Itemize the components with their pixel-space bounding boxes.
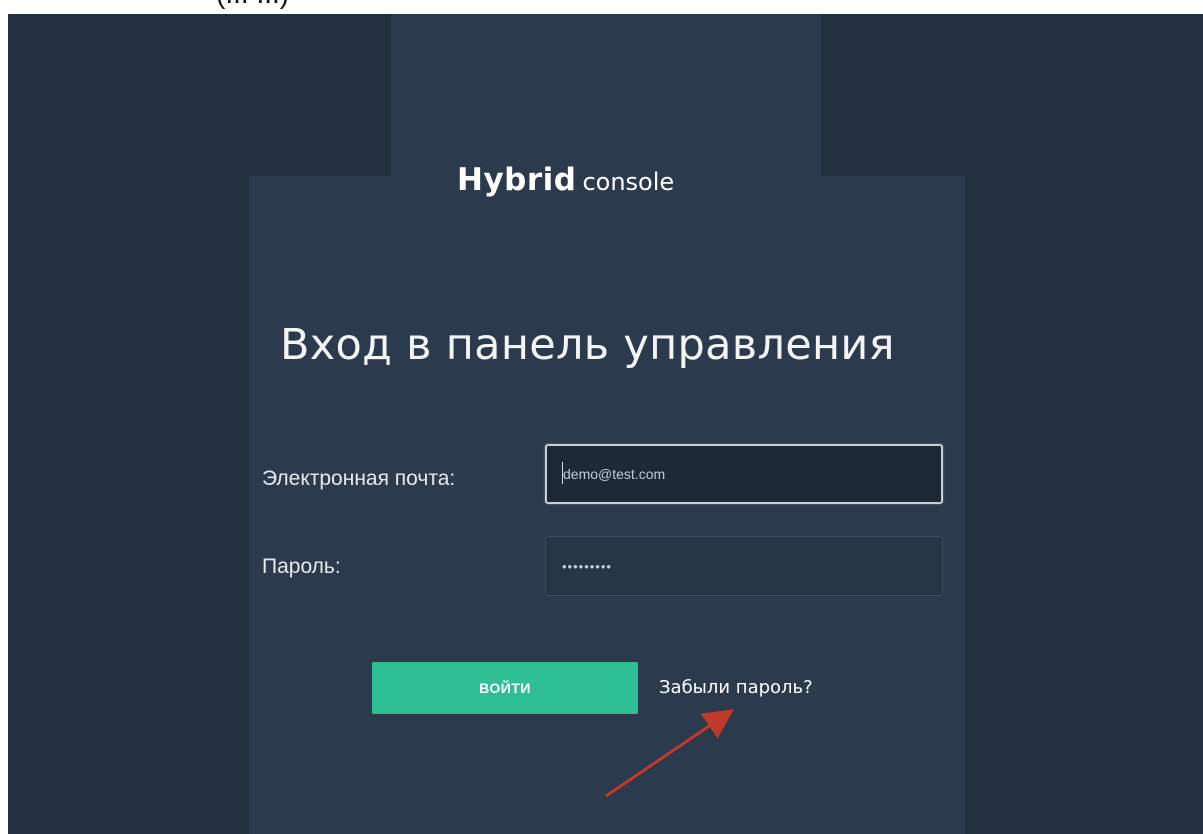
- email-label: Электронная почта:: [262, 467, 456, 490]
- password-label: Пароль:: [262, 555, 341, 578]
- password-field[interactable]: [545, 536, 943, 596]
- login-screen: Hybrid console Вход в панель управления Э…: [8, 14, 1203, 834]
- red-arrow-icon: [605, 709, 734, 798]
- logo-sub-text: console: [582, 168, 675, 196]
- email-field[interactable]: [545, 444, 943, 504]
- text-caret: [562, 462, 563, 484]
- forgot-password-link[interactable]: Забыли пароль?: [659, 677, 813, 698]
- app-logo: Hybrid console: [457, 162, 674, 198]
- page-title: Вход в панель управления: [280, 320, 895, 370]
- top-caption-text: (... ...): [216, 0, 289, 8]
- logo-main-text: Hybrid: [457, 162, 577, 198]
- login-panel-header: [391, 14, 821, 184]
- top-caption: (... ...): [0, 0, 1203, 12]
